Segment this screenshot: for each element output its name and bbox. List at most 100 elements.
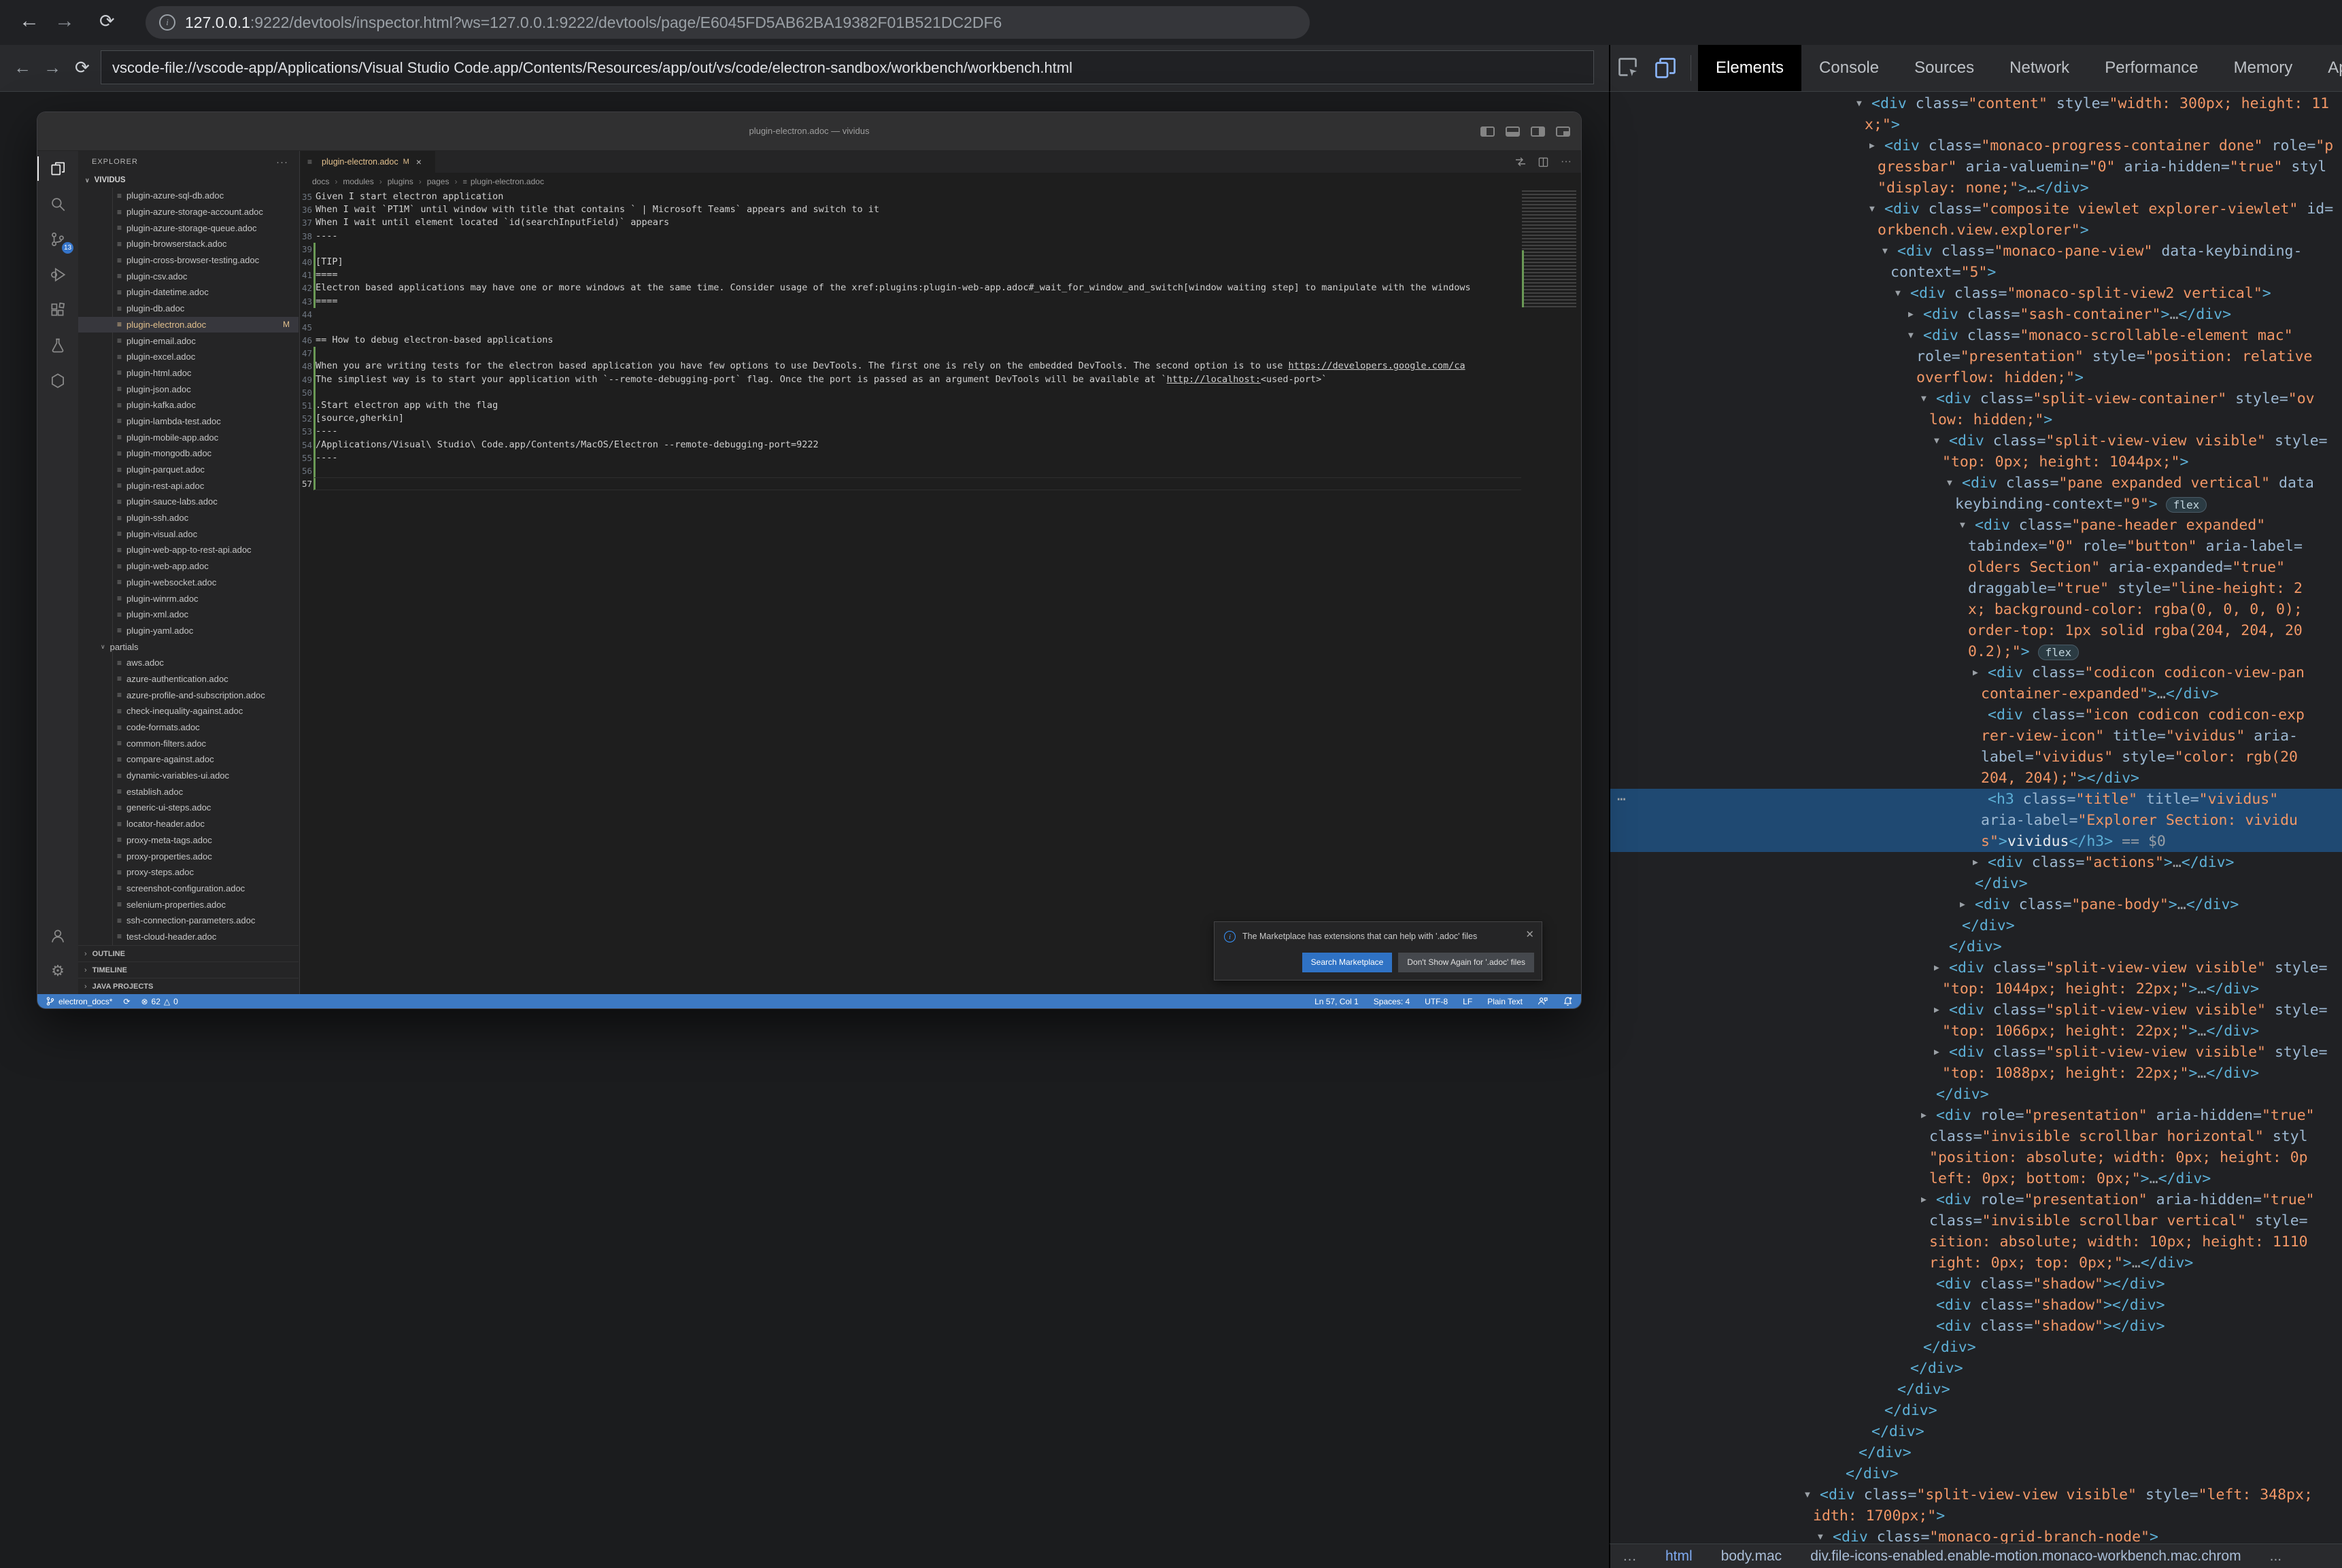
- dom-tree-node[interactable]: </div>: [1610, 1358, 2342, 1379]
- explorer-file[interactable]: ≡generic-ui-steps.adoc: [78, 800, 299, 816]
- dom-tree-node[interactable]: <div class="icon codicon codicon-exp: [1610, 704, 2342, 726]
- dom-tree-node[interactable]: "top: 1066px; height: 22px;">…</div>: [1610, 1021, 2342, 1042]
- code-line-45[interactable]: 45: [301, 321, 1521, 334]
- dom-tree-node[interactable]: ▶<div class="actions">…</div>: [1610, 852, 2342, 873]
- explorer-file[interactable]: ≡test-cloud-header.adoc: [78, 929, 299, 945]
- dom-tree-node[interactable]: order-top: 1px solid rgba(204, 204, 20: [1610, 620, 2342, 641]
- expand-arrow-icon[interactable]: ▼: [1895, 283, 1910, 304]
- browser-address-bar[interactable]: i 127.0.0.1:9222/devtools/inspector.html…: [146, 6, 1310, 39]
- dom-tree-node[interactable]: ▶<div role="presentation" aria-hidden="t…: [1610, 1105, 2342, 1126]
- explorer-file[interactable]: ≡plugin-web-app.adoc: [78, 558, 299, 575]
- dom-tree-node[interactable]: x; background-color: rgba(0, 0, 0, 0);: [1610, 599, 2342, 620]
- explorer-icon[interactable]: [37, 151, 78, 186]
- dom-tree-node[interactable]: ⋯<h3 class="title" title="vividus": [1610, 789, 2342, 810]
- flex-badge[interactable]: flex: [2166, 497, 2207, 513]
- sync-changes-icon[interactable]: ⟳: [123, 997, 130, 1006]
- problems-item[interactable]: ⊗ 62 △ 0: [141, 997, 177, 1006]
- extensions-icon[interactable]: [37, 292, 78, 328]
- code-line-43[interactable]: 43====: [301, 295, 1521, 308]
- dom-tree-node[interactable]: ▼<div class="split-view-container" style…: [1610, 388, 2342, 409]
- explorer-file[interactable]: ≡plugin-db.adoc: [78, 301, 299, 317]
- browser-reload-icon[interactable]: ⟳: [99, 8, 115, 34]
- dom-tree-node[interactable]: context="5">: [1610, 262, 2342, 283]
- notification-close-icon[interactable]: ✕: [1525, 928, 1534, 940]
- dom-tree-node[interactable]: </div>: [1610, 873, 2342, 894]
- expand-arrow-icon[interactable]: ▶: [1908, 304, 1923, 325]
- breadcrumb-item[interactable]: pages: [427, 177, 449, 186]
- dont-show-again-button[interactable]: Don't Show Again for '.adoc' files: [1398, 953, 1534, 972]
- dom-tree-node[interactable]: </div>: [1610, 1400, 2342, 1421]
- explorer-file[interactable]: ≡plugin-winrm.adoc: [78, 590, 299, 607]
- explorer-file[interactable]: ≡aws.adoc: [78, 655, 299, 671]
- dom-tree-node[interactable]: container-expanded">…</div>: [1610, 683, 2342, 704]
- dom-tree-node[interactable]: x;">: [1610, 114, 2342, 135]
- dom-tree-node[interactable]: orkbench.view.explorer">: [1610, 220, 2342, 241]
- expand-arrow-icon[interactable]: ▶: [1973, 662, 1988, 683]
- git-branch-item[interactable]: electron_docs*: [46, 996, 112, 1006]
- flex-badge[interactable]: flex: [2038, 645, 2080, 660]
- explorer-file[interactable]: ≡common-filters.adoc: [78, 735, 299, 751]
- explorer-file[interactable]: ≡plugin-xml.adoc: [78, 607, 299, 623]
- dom-tree-node[interactable]: ▶<div class="split-view-view visible" st…: [1610, 1042, 2342, 1063]
- dom-tree-node[interactable]: ▶<div role="presentation" aria-hidden="t…: [1610, 1189, 2342, 1210]
- expand-arrow-icon[interactable]: ▶: [1921, 1105, 1936, 1126]
- dom-tree-node[interactable]: ▼<div class="split-view-view visible" st…: [1610, 430, 2342, 451]
- explorer-file[interactable]: ≡plugin-cross-browser-testing.adoc: [78, 252, 299, 269]
- explorer-file[interactable]: ≡establish.adoc: [78, 783, 299, 800]
- dom-tree-node[interactable]: right: 0px; top: 0px;">…</div>: [1610, 1252, 2342, 1274]
- dom-tree-node[interactable]: </div>: [1610, 1442, 2342, 1463]
- explorer-root-folder[interactable]: ∨ VIVIDUS: [78, 173, 299, 188]
- code-line-55[interactable]: 55----: [301, 451, 1521, 464]
- code-line-44[interactable]: 44: [301, 308, 1521, 321]
- explorer-file[interactable]: ≡selenium-properties.adoc: [78, 896, 299, 913]
- source-control-icon[interactable]: 13: [37, 222, 78, 257]
- dom-tree-node[interactable]: <div class="shadow"></div>: [1610, 1316, 2342, 1337]
- expand-arrow-icon[interactable]: ▼: [1818, 1527, 1833, 1544]
- explorer-file[interactable]: ≡plugin-html.adoc: [78, 365, 299, 381]
- dom-tree-node[interactable]: tabindex="0" role="button" aria-label=: [1610, 536, 2342, 557]
- code-line-57[interactable]: 57: [301, 477, 1521, 490]
- toggle-secondary-sidebar-icon[interactable]: [1531, 126, 1545, 137]
- code-line-37[interactable]: 37When I wait until element located `id(…: [301, 216, 1521, 229]
- vscode-titlebar[interactable]: plugin-electron.adoc — vividus: [37, 112, 1581, 151]
- dom-tree-node[interactable]: ▼<div class="monaco-grid-branch-node">: [1610, 1527, 2342, 1544]
- dom-tree-node[interactable]: ▼<div class="pane expanded vertical" dat…: [1610, 473, 2342, 494]
- expand-arrow-icon[interactable]: ▼: [1960, 515, 1975, 536]
- toggle-panel-icon[interactable]: [1506, 126, 1520, 137]
- explorer-file[interactable]: ≡plugin-websocket.adoc: [78, 575, 299, 591]
- tab-plugin-electron[interactable]: ≡ plugin-electron.adoc M ×: [301, 151, 435, 173]
- extension-view-icon[interactable]: [37, 363, 78, 398]
- tab-close-icon[interactable]: ×: [416, 156, 422, 167]
- dom-tree-node[interactable]: rer-view-icon" title="vividus" aria-: [1610, 726, 2342, 747]
- dom-tree-node[interactable]: low: hidden;">: [1610, 409, 2342, 430]
- explorer-file[interactable]: ≡plugin-azure-storage-queue.adoc: [78, 220, 299, 236]
- code-line-54[interactable]: 54/Applications/Visual\ Studio\ Code.app…: [301, 439, 1521, 451]
- accounts-icon[interactable]: [37, 918, 78, 953]
- expand-arrow-icon[interactable]: ▶: [1934, 957, 1949, 978]
- code-line-48[interactable]: 48When you are writing tests for the ele…: [301, 360, 1521, 373]
- code-line-52[interactable]: 52[source,gherkin]: [301, 412, 1521, 425]
- expand-arrow-icon[interactable]: ▼: [1947, 473, 1962, 494]
- explorer-file[interactable]: ≡plugin-csv.adoc: [78, 268, 299, 284]
- expand-arrow-icon[interactable]: ▶: [1960, 894, 1975, 915]
- code-line-36[interactable]: 36When I wait `PT1M` until window with t…: [301, 203, 1521, 216]
- code-line-41[interactable]: 41====: [301, 269, 1521, 282]
- search-marketplace-button[interactable]: Search Marketplace: [1302, 953, 1393, 972]
- expand-arrow-icon[interactable]: ▼: [1908, 325, 1923, 346]
- code-editor[interactable]: 35Given I start electron application36Wh…: [301, 190, 1521, 994]
- dom-tree-node[interactable]: </div>: [1610, 1463, 2342, 1484]
- explorer-file[interactable]: ≡proxy-properties.adoc: [78, 848, 299, 864]
- minimap[interactable]: [1522, 190, 1576, 307]
- code-line-53[interactable]: 53----: [301, 425, 1521, 438]
- expand-arrow-icon[interactable]: ▶: [1869, 135, 1884, 156]
- toggle-device-toolbar-icon[interactable]: [1647, 45, 1684, 91]
- dom-breadcrumb-item[interactable]: html: [1665, 1548, 1693, 1565]
- explorer-file[interactable]: ≡compare-against.adoc: [78, 751, 299, 768]
- explorer-file[interactable]: ≡plugin-mongodb.adoc: [78, 445, 299, 462]
- code-line-50[interactable]: 50: [301, 386, 1521, 399]
- notifications-bell-icon[interactable]: [1563, 996, 1573, 1006]
- explorer-file[interactable]: ≡azure-authentication.adoc: [78, 671, 299, 687]
- dom-tree-node[interactable]: left: 0px; bottom: 0px;">…</div>: [1610, 1168, 2342, 1189]
- code-line-35[interactable]: 35Given I start electron application: [301, 190, 1521, 203]
- sidebar-section-java-projects[interactable]: ›JAVA PROJECTS: [78, 978, 299, 994]
